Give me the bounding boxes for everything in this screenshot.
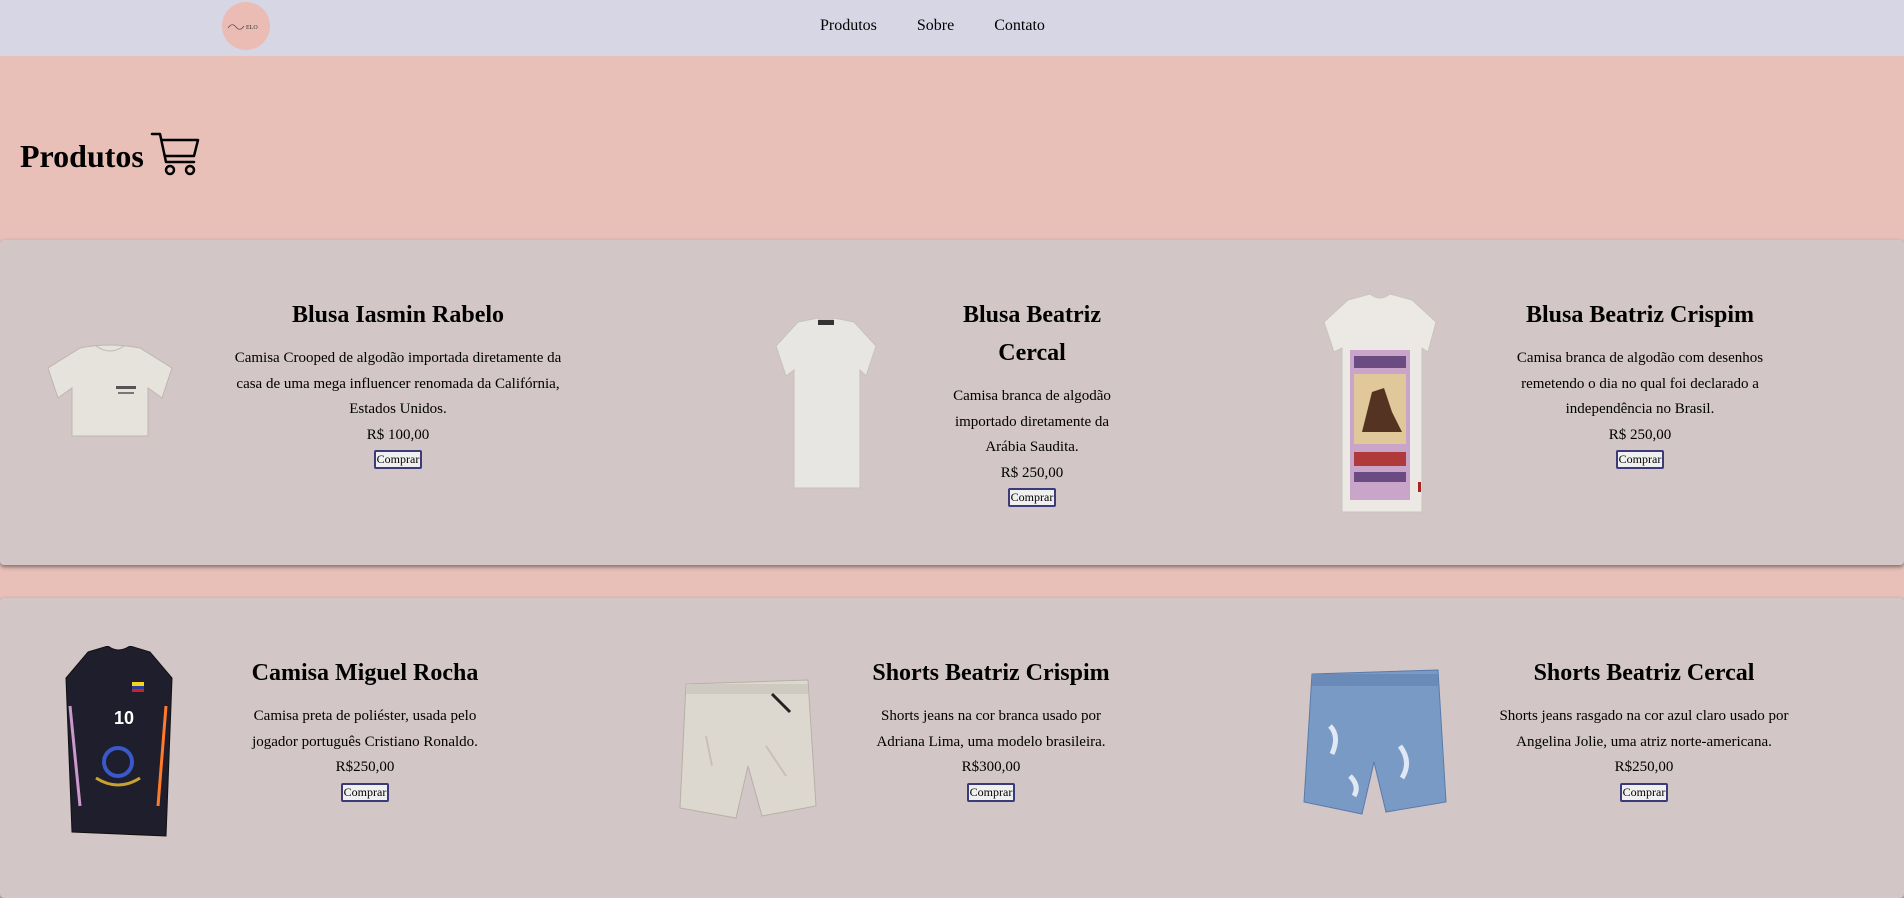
product-image <box>676 676 820 825</box>
product-price: R$250,00 <box>335 759 395 775</box>
nav-link-sobre[interactable]: Sobre <box>917 17 954 35</box>
product-name: Blusa Beatriz Cercal <box>963 302 1101 366</box>
product-name: Blusa Iasmin Rabelo <box>291 302 505 328</box>
logo-icon[interactable]: ELO <box>222 2 270 50</box>
buy-button[interactable]: Comprar <box>1619 782 1669 802</box>
product-name: Shorts Beatriz Cercal <box>1533 660 1755 686</box>
product-image <box>1318 292 1442 521</box>
nav-links: Produtos Sobre Contato <box>820 17 1085 35</box>
product-info: Shorts Beatriz Cercal Shorts jeans rasga… <box>1494 654 1794 802</box>
product-row: Blusa Iasmin Rabelo Camisa Crooped de al… <box>0 240 1904 565</box>
product-price: R$ 250,00 <box>1608 426 1672 443</box>
product-name: Blusa Beatriz Crispim <box>1526 302 1754 328</box>
buy-button[interactable]: Comprar <box>966 782 1016 802</box>
product-price: R$300,00 <box>961 759 1021 775</box>
buy-button[interactable]: Comprar <box>1615 450 1665 469</box>
svg-text:ELO: ELO <box>246 25 258 31</box>
product-name: Camisa Miguel Rocha <box>251 660 479 686</box>
product-image: 10 <box>62 645 176 847</box>
nav-link-produtos[interactable]: Produtos <box>820 17 877 35</box>
product-price: R$250,00 <box>1614 759 1674 775</box>
logo-icon-graphic: ELO <box>227 24 258 31</box>
product-description: Shorts jeans rasgado na cor azul claro u… <box>1499 708 1789 750</box>
product-description: Camisa Crooped de algodão importada dire… <box>234 350 562 417</box>
product-info: Blusa Beatriz Crispim Camisa branca de a… <box>1494 296 1786 469</box>
product-price: R$ 250,00 <box>1000 464 1064 481</box>
nav-link-contato[interactable]: Contato <box>994 17 1045 35</box>
navbar: ELO Produtos Sobre Contato <box>0 0 1904 56</box>
product-description: Camisa preta de poliéster, usada pelo jo… <box>252 708 478 750</box>
product-row: 10 Camisa Miguel Rocha Camisa preta de p… <box>0 598 1904 898</box>
product-image <box>44 342 176 447</box>
shopping-cart-icon <box>150 128 202 185</box>
product-description: Camisa branca de algodão com desenhos re… <box>1516 350 1764 417</box>
product-info: Shorts Beatriz Crispim Shorts jeans na c… <box>858 654 1124 802</box>
product-description: Shorts jeans na cor branca usado por Adr… <box>876 708 1106 750</box>
product-price: R$ 100,00 <box>366 426 430 443</box>
product-image <box>1300 666 1450 821</box>
product-description: Camisa branca de algodão importado diret… <box>953 388 1111 455</box>
buy-button[interactable]: Comprar <box>340 782 390 802</box>
page-header: Produtos <box>20 128 202 185</box>
product-name: Shorts Beatriz Crispim <box>872 660 1110 686</box>
product-info: Blusa Beatriz Cercal Camisa branca de al… <box>934 296 1130 507</box>
svg-text:10: 10 <box>114 708 134 728</box>
product-info: Blusa Iasmin Rabelo Camisa Crooped de al… <box>228 296 568 469</box>
page-title: Produtos <box>20 138 144 174</box>
product-info: Camisa Miguel Rocha Camisa preta de poli… <box>234 654 496 802</box>
buy-button[interactable]: Comprar <box>1007 488 1057 507</box>
product-image <box>768 316 884 497</box>
buy-button[interactable]: Comprar <box>373 450 423 469</box>
